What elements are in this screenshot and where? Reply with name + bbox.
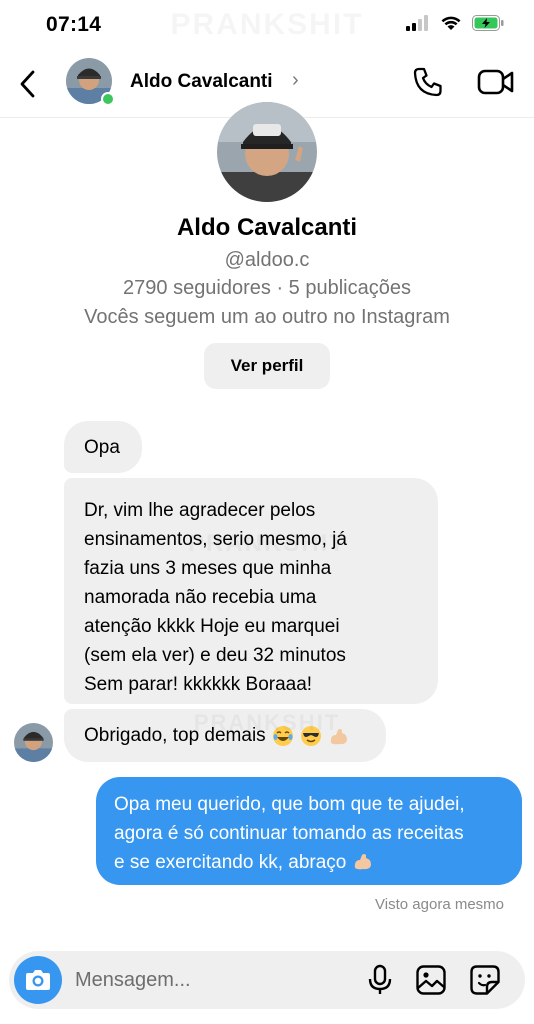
- online-status-dot: [101, 92, 115, 106]
- seen-status: Visto agora mesmo: [375, 896, 504, 913]
- chevron-right-icon[interactable]: ›: [292, 69, 299, 92]
- profile-avatar[interactable]: [217, 102, 317, 202]
- message-bubble-outgoing[interactable]: Opa meu querido, que bom que te ajudei, …: [96, 777, 522, 885]
- message-line: Sem parar! kkkkkk Boraaa!: [84, 674, 313, 695]
- profile-mutual-follow: Vocês seguem um ao outro no Instagram: [84, 306, 450, 328]
- message-line: (sem ela ver) e deu 32 minutos: [84, 645, 346, 666]
- status-icons: [406, 15, 504, 31]
- flexed-biceps-emoji-icon: [354, 854, 371, 870]
- camera-icon: [26, 970, 50, 990]
- profile-photo-icon: [217, 102, 317, 202]
- gallery-button[interactable]: [415, 964, 447, 996]
- phone-call-button[interactable]: [410, 64, 446, 100]
- video-call-button[interactable]: [476, 66, 516, 98]
- profile-name: Aldo Cavalcanti: [176, 214, 358, 241]
- microphone-button[interactable]: [365, 964, 395, 996]
- status-bar: 07:14 PRANKSHIT: [0, 0, 534, 52]
- message-line: fazia uns 3 meses que minha: [84, 558, 332, 579]
- message-line: e se exercitando kk, abraço: [114, 852, 347, 873]
- cellular-signal-icon: [406, 15, 428, 31]
- battery-charging-icon: [472, 15, 504, 31]
- message-input[interactable]: [75, 959, 345, 1001]
- message-line: agora é só continuar tomando as receitas: [114, 823, 464, 844]
- message-line: Dr, vim lhe agradecer pelos: [84, 500, 316, 521]
- profile-stats: 2790 seguidores · 5 publicações: [123, 277, 411, 299]
- message-line: atenção kkkk Hoje eu marquei: [84, 616, 340, 637]
- profile-handle: @aldoo.c: [224, 249, 310, 271]
- view-profile-button[interactable]: Ver perfil: [204, 343, 330, 389]
- message-bubble-incoming[interactable]: Dr, vim lhe agradecer pelos ensinamentos…: [64, 478, 438, 704]
- message-line-with-emoji: e se exercitando kk, abraço: [114, 848, 504, 877]
- wifi-icon: [441, 16, 461, 30]
- message-text: Opa: [84, 436, 120, 458]
- watermark: PRANKSHIT: [0, 530, 534, 558]
- message-line: Opa meu querido, que bom que te ajudei,: [114, 794, 465, 815]
- message-line: namorada não recebia uma: [84, 587, 317, 608]
- watermark: PRANKSHIT: [0, 710, 534, 736]
- header-contact-name[interactable]: Aldo Cavalcanti: [130, 71, 273, 93]
- back-button[interactable]: [14, 64, 44, 104]
- sticker-button[interactable]: [469, 964, 501, 996]
- message-bubble-incoming[interactable]: Opa: [64, 421, 142, 473]
- camera-button[interactable]: [14, 956, 62, 1004]
- message-composer: [9, 951, 525, 1009]
